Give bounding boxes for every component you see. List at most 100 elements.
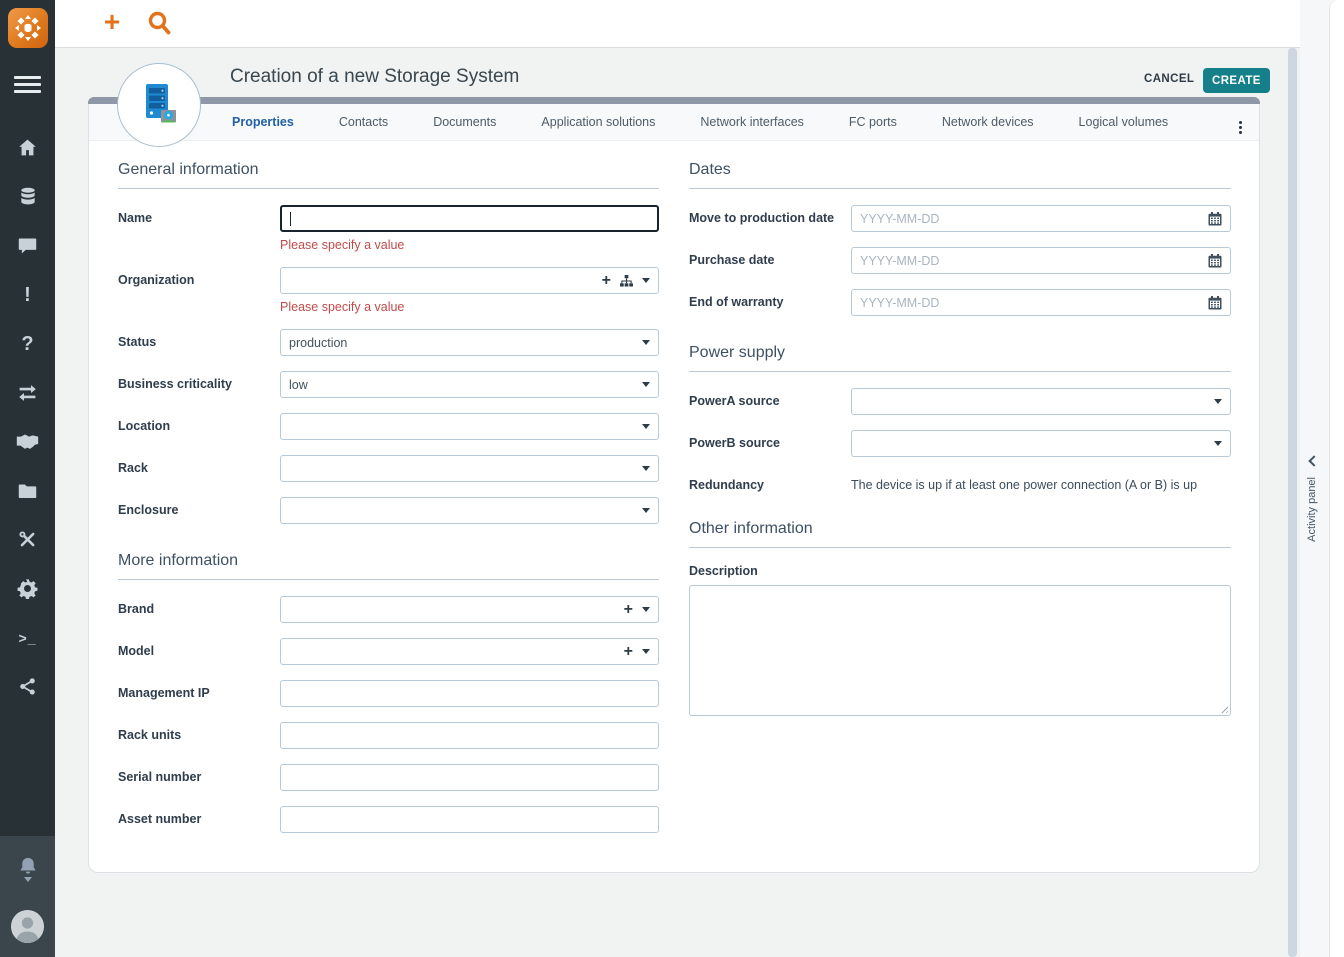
chevron-down-icon bbox=[23, 877, 32, 882]
main-content: Creation of a new Storage System CANCEL … bbox=[55, 48, 1288, 957]
status-label: Status bbox=[118, 335, 157, 349]
app-logo-icon[interactable] bbox=[8, 8, 48, 48]
tab-logical-volumes[interactable]: Logical volumes bbox=[1079, 115, 1169, 129]
field-row-purchase-date: Purchase date YYYY-MM-DD bbox=[689, 247, 1231, 274]
card-top-bar bbox=[88, 97, 1260, 104]
date-placeholder: YYYY-MM-DD bbox=[860, 253, 940, 268]
gear-icon[interactable] bbox=[0, 564, 55, 613]
chevron-down-icon bbox=[642, 382, 650, 387]
organization-combo[interactable] bbox=[280, 267, 659, 294]
field-row-name: Name Please specify a value bbox=[118, 205, 659, 252]
tab-properties[interactable]: Properties bbox=[232, 115, 294, 129]
cancel-button[interactable]: CANCEL bbox=[1144, 73, 1194, 85]
field-row-move-to-production: Move to production date YYYY-MM-DD bbox=[689, 205, 1231, 232]
terminal-icon[interactable]: >_ bbox=[0, 613, 55, 662]
status-select[interactable]: production bbox=[280, 329, 659, 356]
database-icon[interactable] bbox=[0, 172, 55, 221]
field-row-business-criticality: Business criticality low bbox=[118, 371, 659, 398]
location-label: Location bbox=[118, 419, 171, 433]
sidebar: ! ? >_ bbox=[0, 0, 55, 957]
calendar-icon[interactable] bbox=[1208, 253, 1222, 268]
chevron-down-icon[interactable] bbox=[642, 649, 650, 654]
organization-validation-message: Please specify a value bbox=[280, 300, 405, 314]
create-button[interactable]: CREATE bbox=[1203, 68, 1270, 93]
user-avatar[interactable] bbox=[11, 910, 44, 943]
help-icon[interactable]: ? bbox=[0, 319, 55, 368]
field-row-asset-number: Asset number bbox=[118, 806, 659, 833]
section-divider bbox=[118, 188, 659, 189]
alert-icon[interactable]: ! bbox=[0, 270, 55, 319]
exchange-icon[interactable] bbox=[0, 368, 55, 417]
chat-icon[interactable] bbox=[0, 221, 55, 270]
powera-source-select[interactable] bbox=[851, 388, 1231, 415]
field-row-powerb: PowerB source bbox=[689, 430, 1231, 457]
chevron-down-icon bbox=[642, 424, 650, 429]
add-icon[interactable] bbox=[624, 602, 633, 618]
field-row-rack: Rack bbox=[118, 455, 659, 482]
end-of-warranty-input[interactable]: YYYY-MM-DD bbox=[851, 289, 1231, 316]
add-icon[interactable] bbox=[602, 273, 611, 289]
field-row-powera: PowerA source bbox=[689, 388, 1231, 415]
chevron-down-icon bbox=[1214, 399, 1222, 404]
description-textarea[interactable] bbox=[689, 585, 1231, 716]
redundancy-label: Redundancy bbox=[689, 478, 765, 492]
chevron-down-icon bbox=[642, 466, 650, 471]
section-title-general: General information bbox=[118, 161, 259, 178]
bell-icon[interactable] bbox=[0, 856, 55, 882]
tab-network-interfaces[interactable]: Network interfaces bbox=[700, 115, 804, 129]
logo-pattern-icon bbox=[15, 15, 41, 41]
rack-label: Rack bbox=[118, 461, 148, 475]
tab-contacts[interactable]: Contacts bbox=[339, 115, 388, 129]
enclosure-select[interactable] bbox=[280, 497, 659, 524]
business-criticality-select[interactable]: low bbox=[280, 371, 659, 398]
form-column-right: Dates Move to production date YYYY-MM-DD… bbox=[689, 161, 1231, 716]
menu-icon[interactable] bbox=[14, 76, 41, 93]
chevron-down-icon bbox=[642, 340, 650, 345]
purchase-date-input[interactable]: YYYY-MM-DD bbox=[851, 247, 1231, 274]
chevron-down-icon bbox=[1214, 441, 1222, 446]
model-combo[interactable] bbox=[280, 638, 659, 665]
field-row-description: Description bbox=[689, 564, 1231, 716]
hierarchy-icon[interactable] bbox=[620, 274, 633, 287]
activity-panel-tab[interactable]: Activity panel bbox=[1306, 477, 1318, 542]
folder-icon[interactable] bbox=[0, 466, 55, 515]
asset-number-input[interactable] bbox=[280, 806, 659, 833]
status-value: production bbox=[289, 335, 348, 350]
tab-application-solutions[interactable]: Application solutions bbox=[541, 115, 655, 129]
move-to-production-date-input[interactable]: YYYY-MM-DD bbox=[851, 205, 1231, 232]
brand-combo[interactable] bbox=[280, 596, 659, 623]
chevron-down-icon[interactable] bbox=[642, 278, 650, 283]
chevron-down-icon[interactable] bbox=[642, 607, 650, 612]
text-cursor bbox=[290, 211, 291, 226]
rack-select[interactable] bbox=[280, 455, 659, 482]
name-input[interactable] bbox=[280, 205, 659, 232]
tab-fc-ports[interactable]: FC ports bbox=[849, 115, 897, 129]
location-select[interactable] bbox=[280, 413, 659, 440]
share-icon[interactable] bbox=[0, 662, 55, 711]
handshake-icon[interactable] bbox=[0, 417, 55, 466]
rack-units-input[interactable] bbox=[280, 722, 659, 749]
more-tabs-icon[interactable] bbox=[1239, 121, 1243, 136]
date-placeholder: YYYY-MM-DD bbox=[860, 211, 940, 226]
field-row-location: Location bbox=[118, 413, 659, 440]
management-ip-input[interactable] bbox=[280, 680, 659, 707]
tab-documents[interactable]: Documents bbox=[433, 115, 496, 129]
calendar-icon[interactable] bbox=[1208, 295, 1222, 310]
tools-icon[interactable] bbox=[0, 515, 55, 564]
powera-source-label: PowerA source bbox=[689, 394, 780, 408]
serial-number-input[interactable] bbox=[280, 764, 659, 791]
search-icon[interactable] bbox=[147, 10, 173, 37]
add-icon[interactable] bbox=[99, 7, 125, 37]
field-row-rack-units: Rack units bbox=[118, 722, 659, 749]
scrollbar[interactable] bbox=[1288, 48, 1297, 957]
calendar-icon[interactable] bbox=[1208, 211, 1222, 226]
page-title: Creation of a new Storage System bbox=[230, 66, 520, 87]
tab-network-devices[interactable]: Network devices bbox=[942, 115, 1034, 129]
section-divider bbox=[689, 188, 1231, 189]
name-validation-message: Please specify a value bbox=[280, 238, 405, 252]
home-icon[interactable] bbox=[0, 123, 55, 172]
powerb-source-select[interactable] bbox=[851, 430, 1231, 457]
add-icon[interactable] bbox=[624, 644, 633, 660]
date-placeholder: YYYY-MM-DD bbox=[860, 295, 940, 310]
field-row-serial-number: Serial number bbox=[118, 764, 659, 791]
